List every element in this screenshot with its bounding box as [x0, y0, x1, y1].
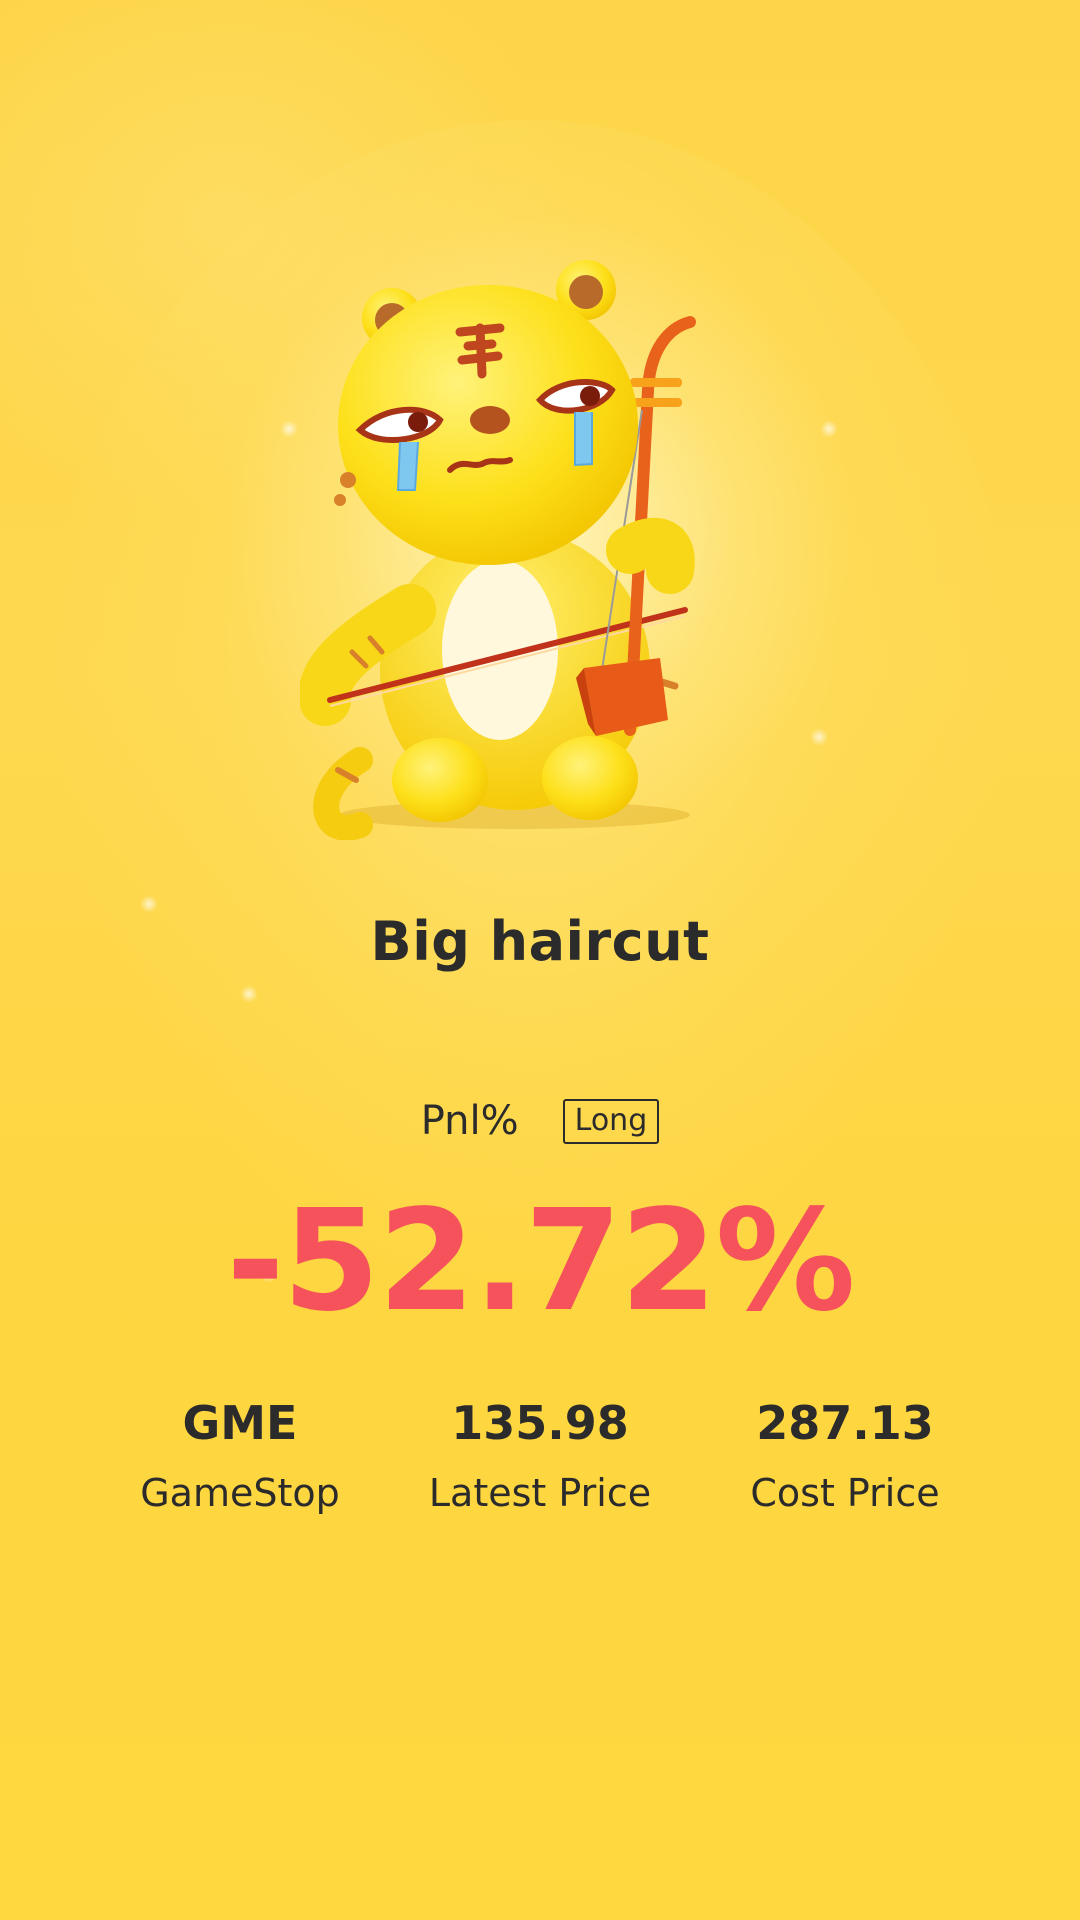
stat-latest-price: 135.98 Latest Price: [390, 1400, 690, 1512]
stat-label: GameStop: [140, 1471, 340, 1515]
stat-label: Latest Price: [428, 1471, 652, 1515]
sparkle-icon: [240, 985, 258, 1003]
pnl-header: Pnl% Long: [0, 1098, 1080, 1144]
pnl-value: -52.72%: [226, 1180, 855, 1343]
sparkle-icon: [280, 420, 298, 438]
stat-value: GME: [182, 1396, 298, 1450]
position-badge: Long: [562, 1098, 660, 1144]
stat-value: 135.98: [451, 1396, 629, 1450]
stat-ticker: GME GameStop: [90, 1400, 390, 1512]
stat-cost-price: 287.13 Cost Price: [695, 1400, 995, 1512]
crying-tiger-erhu-icon: [300, 260, 696, 840]
result-title: Big haircut: [370, 910, 710, 973]
stat-value: 287.13: [756, 1396, 934, 1450]
sparkle-icon: [810, 728, 828, 746]
stat-label: Cost Price: [750, 1471, 940, 1515]
pnl-label: Pnl%: [420, 1098, 519, 1144]
pnl-share-card: Big haircut Pnl% Long -52.72% GME GameSt…: [0, 0, 1080, 1920]
sparkle-icon: [820, 420, 838, 438]
